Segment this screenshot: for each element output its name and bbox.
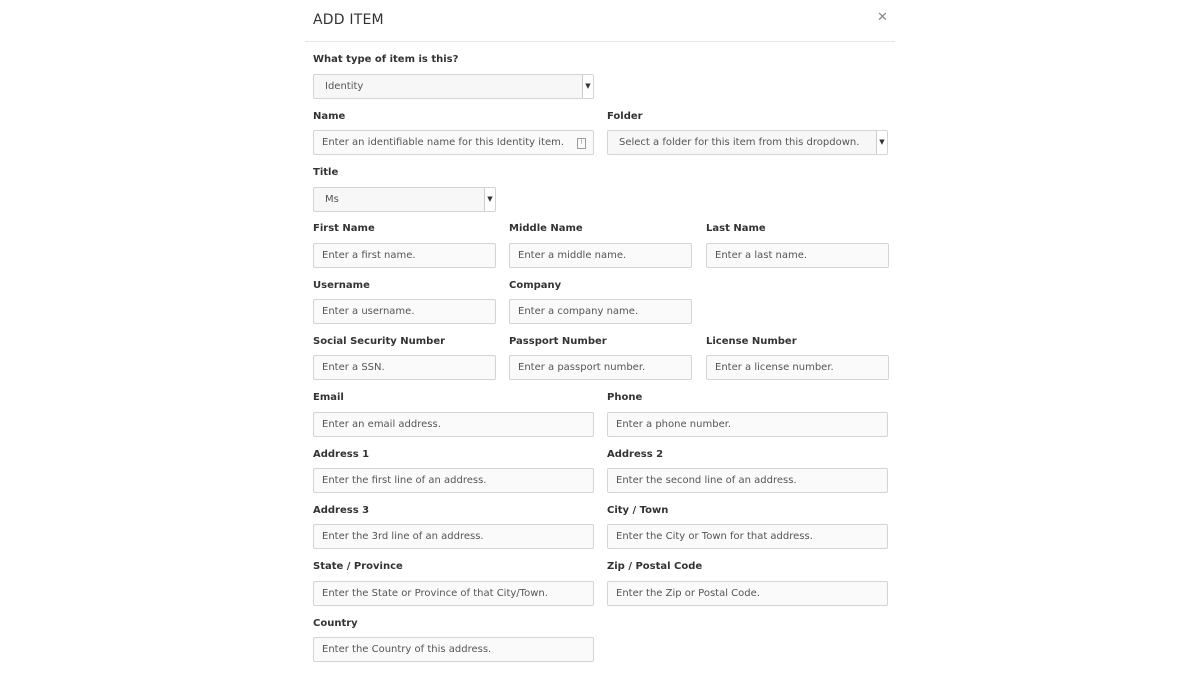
city-input[interactable]: Enter the City or Town for that address. [607, 524, 888, 549]
email-label: Email [313, 392, 344, 403]
email-placeholder: Enter an email address. [322, 419, 441, 430]
address2-label: Address 2 [607, 449, 664, 460]
close-icon[interactable]: ✕ [877, 10, 888, 25]
country-label: Country [313, 618, 358, 629]
folder-label: Folder [607, 111, 643, 122]
country-input[interactable]: Enter the Country of this address. [313, 637, 594, 662]
title-value: Ms [325, 194, 339, 205]
middle-name-label: Middle Name [509, 223, 583, 234]
company-input[interactable]: Enter a company name. [509, 299, 692, 324]
passport-label: Passport Number [509, 336, 607, 347]
chevron-down-icon: ▼ [484, 188, 495, 211]
ssn-input[interactable]: Enter a SSN. [313, 355, 496, 380]
state-label: State / Province [313, 561, 403, 572]
license-label: License Number [706, 336, 797, 347]
address3-placeholder: Enter the 3rd line of an address. [322, 531, 484, 542]
middle-name-placeholder: Enter a middle name. [518, 250, 627, 261]
header-divider [305, 41, 895, 42]
middle-name-input[interactable]: Enter a middle name. [509, 243, 692, 268]
city-placeholder: Enter the City or Town for that address. [616, 531, 813, 542]
first-name-label: First Name [313, 223, 375, 234]
last-name-label: Last Name [706, 223, 766, 234]
state-placeholder: Enter the State or Province of that City… [322, 588, 548, 599]
state-input[interactable]: Enter the State or Province of that City… [313, 581, 594, 606]
item-type-label: What type of item is this? [313, 54, 459, 65]
first-name-placeholder: Enter a first name. [322, 250, 416, 261]
address2-input[interactable]: Enter the second line of an address. [607, 468, 888, 493]
item-type-value: Identity [325, 81, 364, 92]
passport-placeholder: Enter a passport number. [518, 362, 646, 373]
item-type-select[interactable]: Identity ▼ [313, 74, 594, 99]
folder-placeholder: Select a folder for this item from this … [619, 137, 860, 148]
phone-placeholder: Enter a phone number. [616, 419, 732, 430]
username-placeholder: Enter a username. [322, 306, 415, 317]
phone-input[interactable]: Enter a phone number. [607, 412, 888, 437]
address1-placeholder: Enter the first line of an address. [322, 475, 487, 486]
passport-input[interactable]: Enter a passport number. [509, 355, 692, 380]
password-manager-icon[interactable]: ! [577, 138, 586, 149]
zip-placeholder: Enter the Zip or Postal Code. [616, 588, 760, 599]
chevron-down-icon: ▼ [876, 131, 887, 154]
address3-label: Address 3 [313, 505, 370, 516]
modal-title: ADD ITEM [313, 12, 384, 28]
company-label: Company [509, 280, 562, 291]
name-input[interactable]: Enter an identifiable name for this Iden… [313, 130, 594, 155]
address2-placeholder: Enter the second line of an address. [616, 475, 797, 486]
last-name-placeholder: Enter a last name. [715, 250, 808, 261]
country-placeholder: Enter the Country of this address. [322, 644, 492, 655]
username-label: Username [313, 280, 370, 291]
username-input[interactable]: Enter a username. [313, 299, 496, 324]
city-label: City / Town [607, 505, 669, 516]
license-input[interactable]: Enter a license number. [706, 355, 889, 380]
email-input[interactable]: Enter an email address. [313, 412, 594, 437]
folder-select[interactable]: Select a folder for this item from this … [607, 130, 888, 155]
last-name-input[interactable]: Enter a last name. [706, 243, 889, 268]
license-placeholder: Enter a license number. [715, 362, 834, 373]
zip-input[interactable]: Enter the Zip or Postal Code. [607, 581, 888, 606]
name-placeholder: Enter an identifiable name for this Iden… [322, 137, 565, 148]
title-label: Title [313, 167, 339, 178]
ssn-placeholder: Enter a SSN. [322, 362, 385, 373]
name-label: Name [313, 111, 346, 122]
address1-input[interactable]: Enter the first line of an address. [313, 468, 594, 493]
address1-label: Address 1 [313, 449, 370, 460]
first-name-input[interactable]: Enter a first name. [313, 243, 496, 268]
address3-input[interactable]: Enter the 3rd line of an address. [313, 524, 594, 549]
title-select[interactable]: Ms ▼ [313, 187, 496, 212]
company-placeholder: Enter a company name. [518, 306, 639, 317]
chevron-down-icon: ▼ [582, 75, 593, 98]
ssn-label: Social Security Number [313, 336, 446, 347]
phone-label: Phone [607, 392, 643, 403]
zip-label: Zip / Postal Code [607, 561, 703, 572]
